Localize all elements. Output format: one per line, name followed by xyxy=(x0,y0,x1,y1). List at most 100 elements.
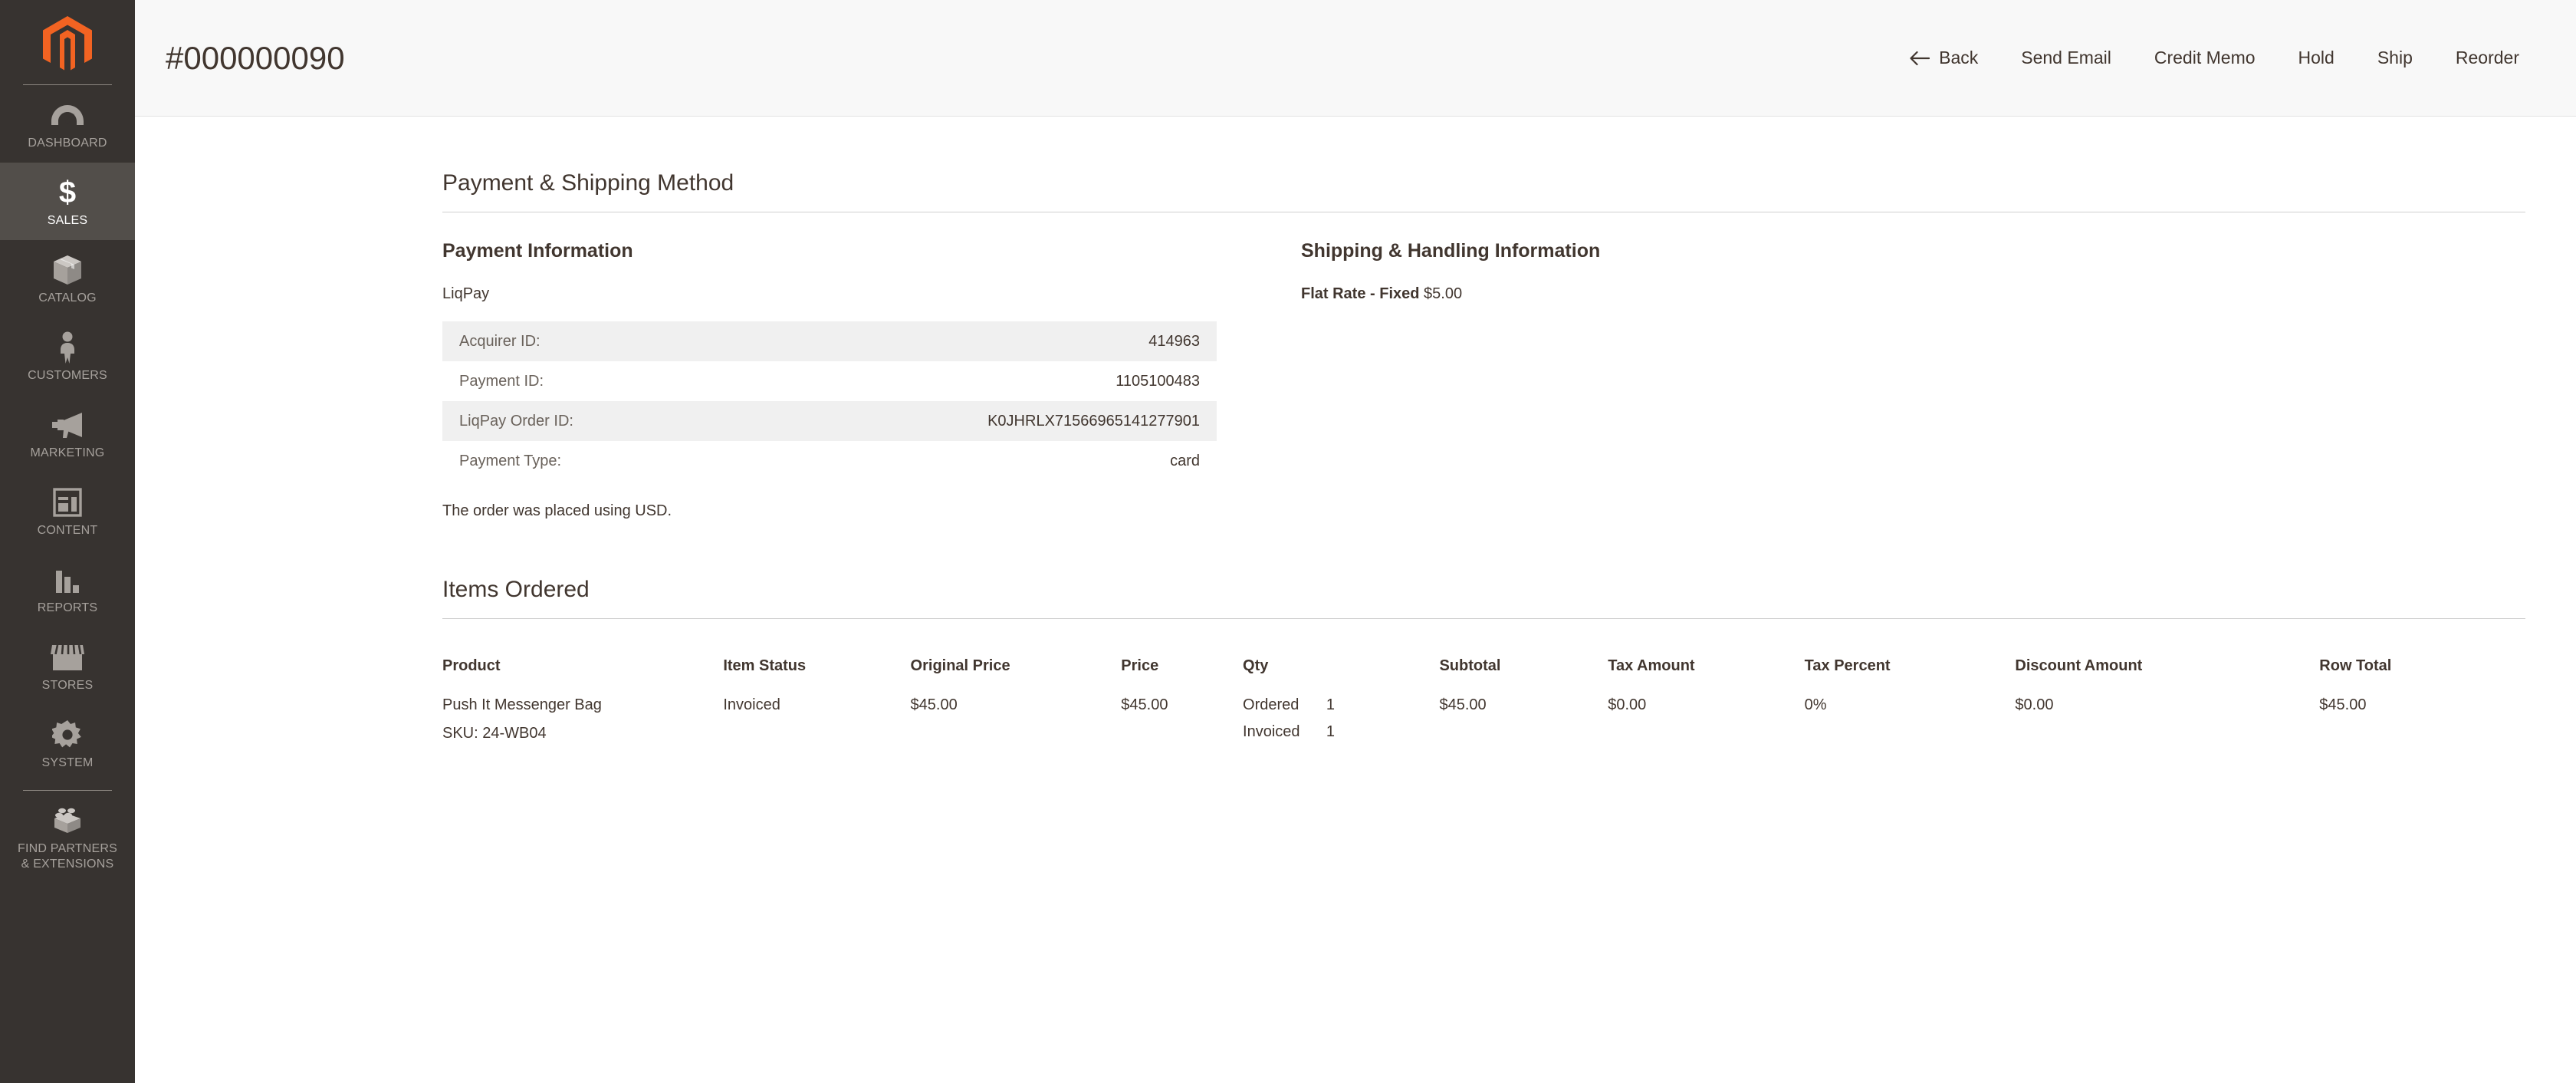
sidebar-item-sales[interactable]: $ Sales xyxy=(0,163,135,240)
partners-label-line2: & Extensions xyxy=(21,858,114,871)
cell-row-total: $45.00 xyxy=(2319,696,2367,713)
payment-detail-label: Payment ID: xyxy=(459,372,544,390)
column-header-discount-amount: Discount Amount xyxy=(2015,657,2143,674)
sidebar-item-system[interactable]: System xyxy=(0,705,135,782)
column-header-tax-amount: Tax Amount xyxy=(1608,657,1695,674)
sidebar-item-find-partners-extensions[interactable]: Find Partners & Extensions xyxy=(0,791,135,884)
reorder-button[interactable]: Reorder xyxy=(2434,40,2541,76)
lego-brick-icon xyxy=(52,805,83,837)
payment-shipping-section-title: Payment & Shipping Method xyxy=(442,170,2525,212)
sidebar-item-customers[interactable]: Customers xyxy=(0,318,135,395)
payment-detail-label: Payment Type: xyxy=(459,452,562,469)
cell-qty: Ordered 1 Invoiced 1 xyxy=(1243,689,1439,750)
currency-note: The order was placed using USD. xyxy=(442,502,672,519)
send-email-button[interactable]: Send Email xyxy=(1999,40,2133,76)
qty-invoiced-label: Invoiced xyxy=(1243,723,1300,740)
payment-detail-value: K0JHRLX71566965141277901 xyxy=(987,412,1200,430)
column-header-item-status: Item Status xyxy=(723,657,807,674)
sidebar-item-label: System xyxy=(41,756,94,769)
cell-tax-percent: 0% xyxy=(1804,696,1827,713)
payment-information-heading: Payment Information xyxy=(442,240,633,262)
shipping-method-name: Flat Rate - Fixed xyxy=(1301,285,1420,302)
hold-button[interactable]: Hold xyxy=(2277,40,2356,76)
column-header-product: Product xyxy=(442,657,501,674)
items-table-header-row: Product Item Status Original Price Price… xyxy=(442,647,2525,689)
cell-tax-amount: $0.00 xyxy=(1608,696,1647,713)
magento-admin-order-view: Dashboard $ Sales Catalog xyxy=(0,0,2576,1083)
sidebar-item-marketing[interactable]: Marketing xyxy=(0,395,135,472)
sidebar-item-label: Reports xyxy=(37,601,98,614)
column-header-qty: Qty xyxy=(1243,657,1269,674)
sidebar-item-label: Dashboard xyxy=(28,137,107,150)
payment-detail-row: LiqPay Order ID: K0JHRLX7156696514127790… xyxy=(442,401,1217,441)
sidebar-item-label: Marketing xyxy=(30,446,105,459)
sidebar-item-dashboard[interactable]: Dashboard xyxy=(0,85,135,163)
payment-detail-row: Payment Type: card xyxy=(442,441,1217,481)
page-title: #000000090 xyxy=(166,39,345,76)
payment-shipping-section: Payment & Shipping Method Payment Inform… xyxy=(442,170,2525,520)
qty-ordered-value: 1 xyxy=(1326,696,1336,713)
column-header-row-total: Row Total xyxy=(2319,657,2392,674)
sidebar-item-reports[interactable]: Reports xyxy=(0,550,135,627)
column-header-subtotal: Subtotal xyxy=(1439,657,1501,674)
dashboard-gauge-icon xyxy=(51,99,84,131)
dollar-sign-icon: $ xyxy=(58,176,77,209)
payment-method-name: LiqPay xyxy=(442,285,490,302)
sidebar-item-stores[interactable]: Stores xyxy=(0,627,135,705)
payment-detail-row: Acquirer ID: 414963 xyxy=(442,321,1217,361)
main-area: #000000090 Back Send Email Credit Memo H… xyxy=(135,0,2576,1083)
qty-list: Ordered 1 Invoiced 1 xyxy=(1243,696,1431,741)
payment-detail-value: card xyxy=(1170,452,1200,469)
payment-detail-value: 1105100483 xyxy=(1116,372,1200,390)
payment-detail-label: LiqPay Order ID: xyxy=(459,412,573,430)
qty-ordered-row: Ordered 1 xyxy=(1243,696,1335,714)
qty-ordered-label: Ordered xyxy=(1243,696,1300,713)
person-icon xyxy=(58,331,77,364)
sidebar-item-content[interactable]: Content xyxy=(0,472,135,550)
qty-invoiced-row: Invoiced 1 xyxy=(1243,723,1335,741)
sidebar-item-catalog[interactable]: Catalog xyxy=(0,240,135,318)
shipping-information-block: Shipping & Handling Information Flat Rat… xyxy=(1301,240,2525,520)
product-name: Push It Messenger Bag xyxy=(442,696,602,713)
svg-text:$: $ xyxy=(59,176,76,209)
admin-sidebar: Dashboard $ Sales Catalog xyxy=(0,0,135,1083)
cell-price: $45.00 xyxy=(1121,696,1168,713)
items-ordered-section-title: Items Ordered xyxy=(442,577,2525,619)
header-actions: Back Send Email Credit Memo Hold Ship Re… xyxy=(1888,40,2541,76)
cell-subtotal: $45.00 xyxy=(1439,696,1487,713)
items-ordered-section: Items Ordered Product Item Status Origin… xyxy=(442,577,2525,750)
cell-item-status: Invoiced xyxy=(723,696,780,713)
payment-detail-value: 414963 xyxy=(1148,332,1200,350)
layout-grid-icon xyxy=(53,486,82,518)
shipping-method-line: Flat Rate - Fixed $5.00 xyxy=(1301,285,2525,303)
shipping-amount: $5.00 xyxy=(1424,285,1463,302)
payment-detail-label: Acquirer ID: xyxy=(459,332,540,350)
column-header-price: Price xyxy=(1121,657,1159,674)
credit-memo-button[interactable]: Credit Memo xyxy=(2133,40,2277,76)
sidebar-item-label: Find Partners & Extensions xyxy=(18,841,117,872)
page-header: #000000090 Back Send Email Credit Memo H… xyxy=(135,0,2576,117)
back-button[interactable]: Back xyxy=(1888,40,1999,76)
bar-chart-icon xyxy=(53,564,82,596)
sidebar-item-label: Stores xyxy=(41,679,94,692)
magento-logo[interactable] xyxy=(0,0,135,84)
sidebar-item-label: Content xyxy=(37,524,98,537)
column-header-original-price: Original Price xyxy=(910,657,1010,674)
partners-label-line1: Find Partners xyxy=(17,842,118,855)
table-row: Push It Messenger Bag SKU: 24-WB04 Invoi… xyxy=(442,689,2525,750)
payment-shipping-columns: Payment Information LiqPay Acquirer ID: … xyxy=(442,240,2525,520)
payment-detail-row: Payment ID: 1105100483 xyxy=(442,361,1217,401)
ship-button[interactable]: Ship xyxy=(2356,40,2434,76)
product-sku: SKU: 24-WB04 xyxy=(442,725,547,742)
gear-icon xyxy=(52,719,83,751)
payment-details-table: Acquirer ID: 414963 Payment ID: 11051004… xyxy=(442,321,1217,481)
payment-information-block: Payment Information LiqPay Acquirer ID: … xyxy=(442,240,1255,520)
storefront-icon xyxy=(51,641,84,673)
shipping-information-heading: Shipping & Handling Information xyxy=(1301,240,1601,262)
megaphone-icon xyxy=(51,409,84,441)
back-button-label: Back xyxy=(1939,48,1979,67)
cell-discount-amount: $0.00 xyxy=(2015,696,2054,713)
box-icon xyxy=(53,254,82,286)
items-ordered-table: Product Item Status Original Price Price… xyxy=(442,647,2525,750)
cell-original-price: $45.00 xyxy=(910,696,958,713)
